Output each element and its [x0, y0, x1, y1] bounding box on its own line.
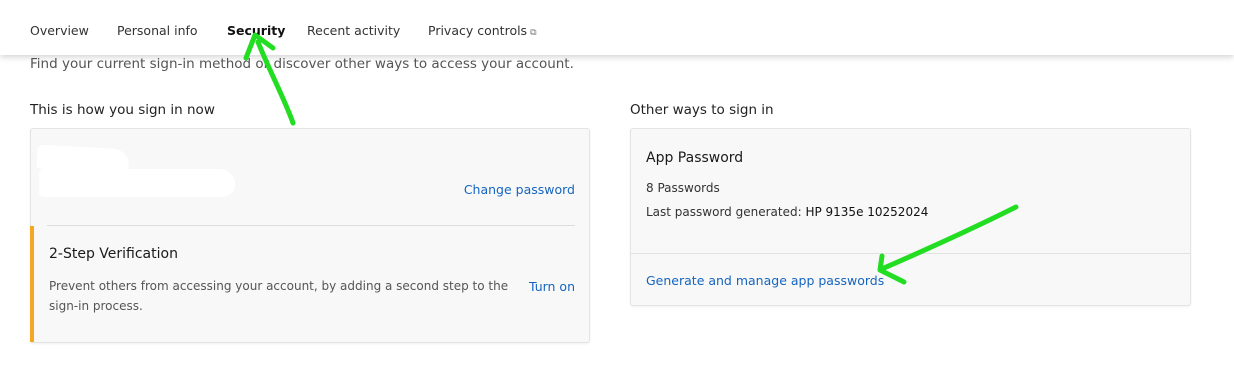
current-signin-card: Change password 2-Step Verification Prev…	[30, 128, 590, 343]
two-step-title: 2-Step Verification	[49, 246, 178, 262]
tab-overview[interactable]: Overview	[30, 23, 89, 38]
last-generated-row: Last password generated: HP 9135e 102520…	[646, 205, 928, 219]
other-signin-title: Other ways to sign in	[630, 102, 774, 118]
tab-security[interactable]: Security	[227, 23, 285, 38]
page-intro: Find your current sign-in method or disc…	[30, 56, 574, 72]
warning-accent-bar	[30, 226, 34, 342]
card-divider	[47, 225, 575, 226]
tab-recent-activity[interactable]: Recent activity	[307, 23, 400, 38]
last-generated-label: Last password generated:	[646, 205, 802, 219]
generate-manage-app-passwords-link[interactable]: Generate and manage app passwords	[646, 273, 884, 288]
security-page: Overview Personal info Security Recent a…	[0, 0, 1234, 369]
app-password-divider	[631, 253, 1190, 254]
tab-personal-info[interactable]: Personal info	[117, 23, 198, 38]
app-password-count: 8 Passwords	[646, 181, 720, 195]
current-signin-title: This is how you sign in now	[30, 102, 215, 118]
turn-on-two-step-link[interactable]: Turn on	[529, 279, 575, 294]
two-step-description: Prevent others from accessing your accou…	[49, 279, 509, 313]
tab-privacy-controls[interactable]: Privacy controls ⧉	[428, 23, 537, 38]
app-password-card: App Password 8 Passwords Last password g…	[630, 128, 1191, 306]
tab-privacy-controls-label: Privacy controls	[428, 23, 528, 38]
last-generated-value: HP 9135e 10252024	[805, 205, 929, 219]
redacted-account-part	[39, 169, 235, 197]
top-navigation: Overview Personal info Security Recent a…	[0, 0, 1234, 55]
app-password-title: App Password	[646, 150, 744, 166]
change-password-link[interactable]: Change password	[464, 182, 575, 197]
external-link-icon: ⧉	[530, 28, 537, 38]
